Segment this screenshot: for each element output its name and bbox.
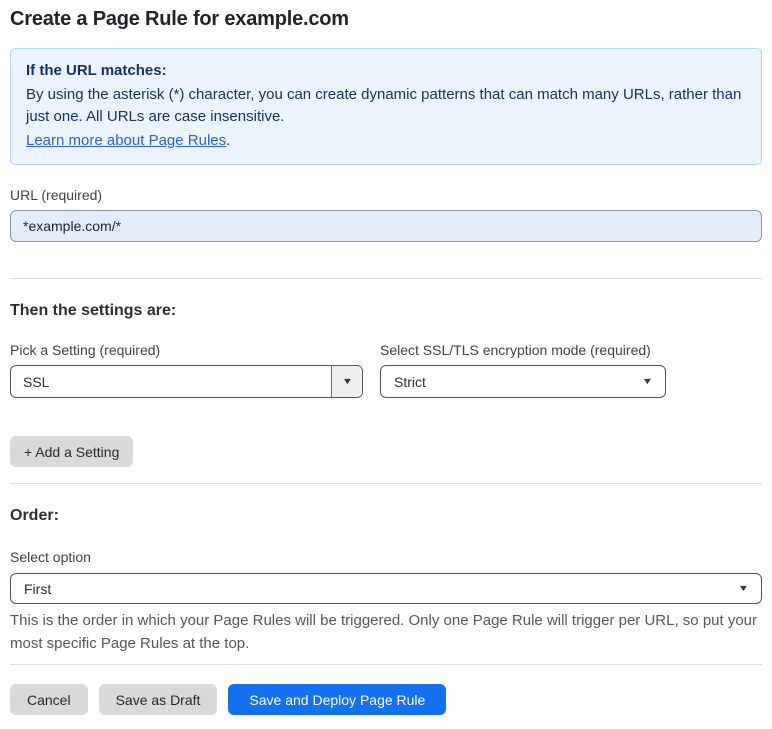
info-box-heading: If the URL matches:: [26, 62, 167, 79]
add-setting-button[interactable]: + Add a Setting: [10, 436, 134, 467]
footer-divider: [10, 664, 762, 665]
footer-actions: Cancel Save as Draft Save and Deploy Pag…: [10, 684, 762, 729]
setting-picker-value: SSL: [23, 373, 50, 390]
learn-more-link[interactable]: Learn more about Page Rules: [26, 132, 226, 149]
order-section-heading: Order:: [10, 507, 59, 524]
chevron-down-icon: ▼: [737, 583, 750, 593]
setting-picker-label: Pick a Setting (required): [10, 342, 161, 358]
info-box-body: By using the asterisk (*) character, you…: [26, 86, 742, 125]
create-page-rule-panel: Create a Page Rule for example.com If th…: [0, 0, 772, 729]
url-input[interactable]: [10, 210, 762, 242]
save-deploy-button[interactable]: Save and Deploy Page Rule: [228, 684, 447, 715]
order-value: First: [24, 580, 52, 597]
order-dropdown[interactable]: First ▼: [10, 573, 762, 604]
save-draft-button[interactable]: Save as Draft: [98, 684, 218, 715]
chevron-down-icon: ▼: [641, 376, 654, 386]
settings-section-heading: Then the settings are:: [10, 302, 177, 319]
link-suffix: .: [226, 132, 231, 149]
order-help-text: This is the order in which your Page Rul…: [10, 612, 758, 652]
setting-picker-group: Pick a Setting (required) SSL ▼: [10, 342, 363, 398]
ssl-mode-value: Strict: [394, 373, 426, 390]
order-select-label: Select option: [10, 549, 91, 565]
cancel-button[interactable]: Cancel: [10, 684, 88, 715]
section-divider: [10, 483, 762, 484]
info-link-line: Learn more about Page Rules.: [26, 130, 746, 152]
chevron-down-icon: ▼: [341, 376, 353, 386]
page-title: Create a Page Rule for example.com: [10, 8, 349, 30]
url-match-info-box: If the URL matches: By using the asteris…: [10, 48, 762, 165]
ssl-mode-picker-label: Select SSL/TLS encryption mode (required…: [380, 342, 651, 358]
ssl-mode-picker-group: Select SSL/TLS encryption mode (required…: [380, 342, 666, 398]
setting-picker-arrow-box[interactable]: ▼: [331, 366, 362, 397]
setting-picker-dropdown[interactable]: SSL ▼: [10, 365, 363, 398]
settings-row: Pick a Setting (required) SSL ▼ Select S…: [10, 342, 762, 398]
ssl-mode-dropdown[interactable]: Strict ▼: [380, 365, 666, 398]
section-divider: [10, 278, 762, 279]
url-field-label: URL (required): [10, 187, 103, 203]
